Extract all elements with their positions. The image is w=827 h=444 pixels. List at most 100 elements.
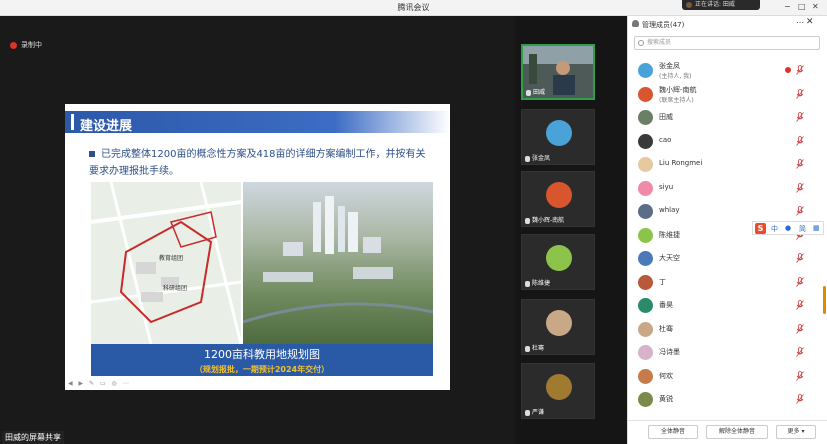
video-tile[interactable]: 魏小辉-南航	[521, 171, 595, 227]
map-label-edu: 教育组团	[159, 254, 183, 262]
mic-muted-icon[interactable]	[796, 300, 804, 310]
share-label-text: 田威的屏幕共享	[5, 433, 61, 442]
slide-heading: 建设进展	[80, 119, 133, 134]
video-tile[interactable]: 陈维捷	[521, 234, 595, 290]
ime-icon[interactable]: 中	[771, 224, 778, 234]
member-row[interactable]: Liu Rongmei	[628, 154, 827, 178]
mic-muted-icon[interactable]	[796, 112, 804, 122]
aerial-render	[243, 182, 433, 344]
record-label: 录制中	[21, 41, 42, 49]
member-row[interactable]: 何欢	[628, 366, 827, 390]
member-name: 冯诗墨	[659, 348, 680, 356]
mic-muted-icon[interactable]	[796, 394, 804, 404]
ime-toolbar[interactable]: S 中 ● 简 ▦	[752, 221, 824, 235]
member-row[interactable]: 张金凤 (主持人, 我)	[628, 60, 827, 84]
video-name: 魏小辉-南航	[525, 215, 564, 224]
member-name: 田威	[659, 113, 673, 121]
member-name: 张金凤	[659, 62, 680, 70]
recording-indicator[interactable]: 录制中	[10, 40, 42, 50]
caption-title: 1200亩科教用地规划图	[204, 348, 320, 361]
ime-logo: S	[755, 223, 766, 234]
avatar	[638, 157, 653, 172]
member-name: siyu	[659, 182, 674, 191]
member-name: 黄锐	[659, 395, 673, 403]
speaking-text: 正在讲话: 田威	[695, 1, 735, 8]
maximize-icon[interactable]: □	[798, 2, 806, 11]
mic-muted-icon[interactable]	[796, 253, 804, 263]
member-row[interactable]: 丁	[628, 272, 827, 296]
video-tile[interactable]: 田威	[521, 44, 595, 100]
member-row[interactable]: 田威	[628, 107, 827, 131]
member-name: 何欢	[659, 371, 673, 380]
mute-all-button[interactable]: 全体静音	[648, 425, 698, 439]
mic-muted-icon[interactable]	[796, 159, 804, 169]
member-name: 魏小辉-南航	[659, 85, 697, 94]
avatar	[638, 110, 653, 125]
member-name: 陈维捷	[659, 230, 680, 239]
ime-icon[interactable]: 简	[799, 224, 806, 234]
mic-muted-icon[interactable]	[796, 206, 804, 216]
unmute-all-button[interactable]: 解除全体静音	[706, 425, 768, 439]
mic-muted-icon[interactable]	[796, 323, 804, 334]
avatar	[638, 63, 653, 78]
member-row[interactable]: 冯诗墨	[628, 342, 827, 366]
member-row[interactable]: 黄锐	[628, 389, 827, 413]
panel-header: 管理成员(47) ⋯ ✕	[628, 16, 827, 32]
mic-muted-icon[interactable]	[796, 88, 804, 99]
mic-muted-icon[interactable]	[796, 370, 804, 381]
avatar	[638, 274, 653, 290]
video-name: 张金凤	[525, 153, 550, 162]
mic-muted-icon[interactable]	[796, 347, 804, 357]
avatar	[638, 204, 653, 219]
member-row[interactable]: 番昊	[628, 295, 827, 319]
avatar	[546, 245, 572, 271]
member-name: 番昊	[659, 301, 673, 309]
video-tile[interactable]: 严谦	[521, 363, 595, 419]
close-icon[interactable]: ✕	[806, 17, 814, 27]
member-row[interactable]: 魏小辉-南航 (联席主持人)	[628, 84, 827, 108]
member-list: 张金凤 (主持人, 我) 魏小辉-南航 (联席主持人) 田威 cao Liu Rongmei…	[628, 60, 827, 413]
close-icon[interactable]: ✕	[812, 2, 819, 11]
mic-muted-icon[interactable]	[796, 65, 804, 75]
screen-share-stage: 建设进展 已完成整体1200亩的概念性方案及418亩的详细方案编制工作，并按有关…	[0, 16, 515, 444]
microphone-icon[interactable]: ●	[785, 224, 791, 232]
member-search-input[interactable]: 搜索成员	[634, 36, 820, 50]
video-tile[interactable]: 张金凤	[521, 109, 595, 165]
video-name: 杜骞	[525, 343, 544, 352]
mic-muted-icon[interactable]	[796, 276, 804, 287]
search-icon	[638, 40, 644, 46]
avatar	[638, 392, 653, 407]
avatar	[546, 310, 572, 336]
mic-muted-icon[interactable]	[796, 182, 804, 193]
more-options-icon[interactable]: ⋯	[796, 18, 804, 27]
speaking-indicator: 正在讲话: 田威	[682, 0, 760, 10]
minimize-icon[interactable]: −	[784, 2, 791, 11]
member-row[interactable]: 大天空	[628, 248, 827, 272]
avatar	[638, 368, 653, 384]
member-row[interactable]: siyu	[628, 178, 827, 202]
mic-muted-icon[interactable]	[796, 135, 804, 146]
panel-footer: 全体静音 解除全体静音 更多 ▾	[628, 420, 827, 444]
member-name: 大天空	[659, 254, 680, 262]
recording-dot-icon	[785, 67, 791, 73]
video-name: 严谦	[525, 407, 544, 416]
video-name: 田威	[526, 87, 545, 96]
scrollbar-thumb[interactable]	[823, 286, 826, 314]
avatar	[638, 345, 653, 360]
slide-bullet: 已完成整体1200亩的概念性方案及418亩的详细方案编制工作，并按有关要求办理报…	[89, 146, 434, 180]
avatar	[638, 227, 653, 243]
member-row[interactable]: 杜骞	[628, 319, 827, 343]
avatar	[638, 298, 653, 313]
more-button[interactable]: 更多 ▾	[776, 425, 816, 439]
member-name: 丁	[659, 277, 666, 286]
avatar	[638, 86, 653, 102]
slide-caption: 1200亩科教用地规划图 （规划报批，一期预计2024年交付）	[91, 344, 433, 376]
member-name: 杜骞	[659, 324, 673, 333]
grid-icon[interactable]: ▦	[813, 224, 820, 232]
avatar	[638, 251, 653, 266]
video-tile[interactable]: 杜骞	[521, 299, 595, 355]
slide-toolbar[interactable]: ◀ ▶ ✎ ▭ ◎ ⋯	[68, 380, 131, 387]
slide-title-bar: 建设进展	[65, 111, 450, 134]
search-placeholder: 搜索成员	[647, 39, 672, 46]
member-row[interactable]: cao	[628, 131, 827, 155]
